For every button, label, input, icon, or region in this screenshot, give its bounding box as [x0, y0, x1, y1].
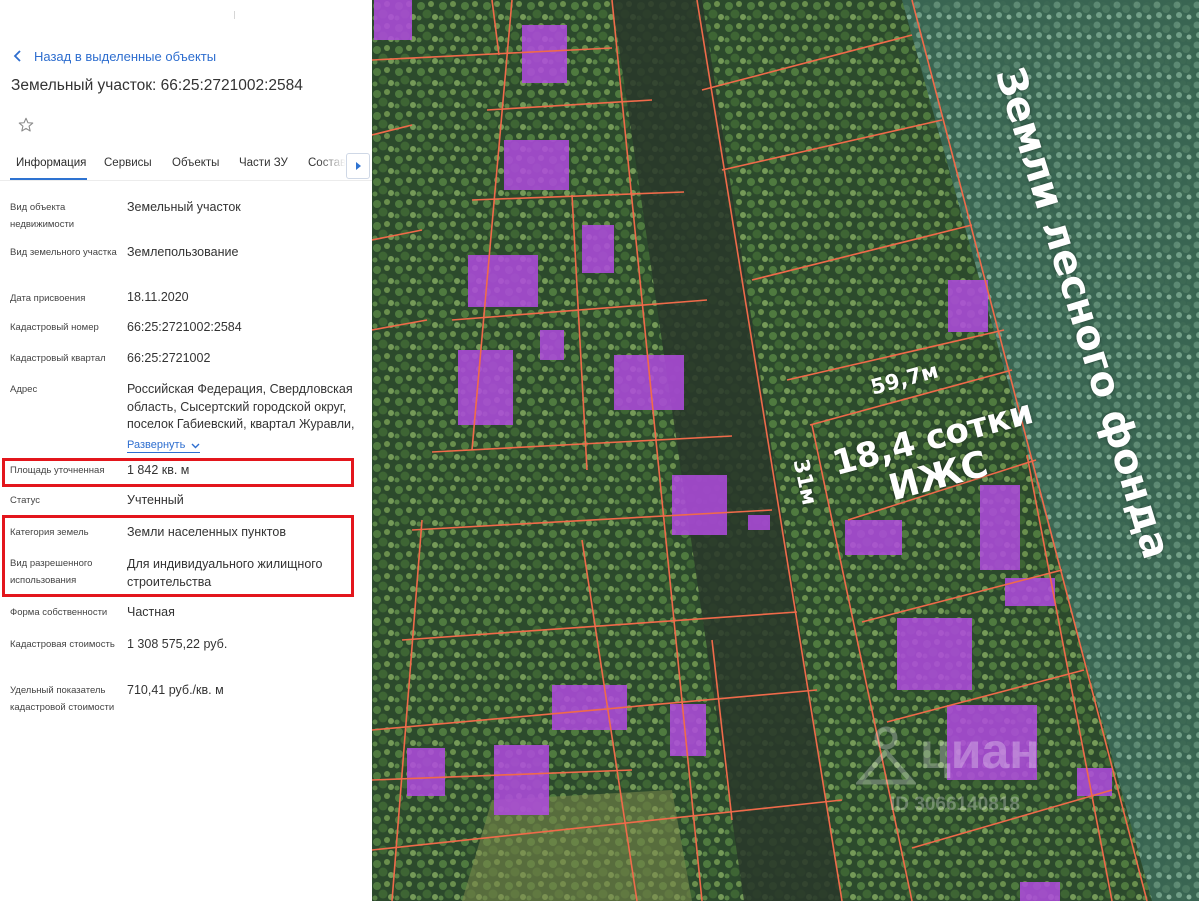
address-value: Российская Федерация, Свердловская облас… — [127, 382, 355, 431]
star-icon — [18, 117, 34, 132]
tab-parts[interactable]: Части ЗУ — [239, 157, 288, 169]
field-value: 18.11.2020 — [127, 290, 189, 304]
info-panel: Назад в выделенные объекты Земельный уча… — [0, 0, 372, 901]
expand-link[interactable]: Развернуть — [127, 439, 201, 453]
field-value: 1 842 кв. м — [127, 463, 190, 477]
field-value: Земли населенных пунктов — [127, 525, 286, 539]
field-label: Кадастровый квартал — [10, 353, 106, 364]
field-label: Дата присвоения — [10, 293, 86, 304]
field-value: Частная — [127, 605, 175, 619]
tab-services[interactable]: Сервисы — [104, 157, 152, 169]
field-label: Кадастровый номер — [10, 322, 99, 333]
watermark: циан ID 3066140818 — [856, 722, 1096, 822]
field-label: Вид разрешенного использования — [10, 558, 93, 586]
field-label: Вид объекта недвижимости — [10, 202, 75, 230]
cian-logo-icon — [856, 726, 916, 785]
expand-link-label[interactable]: Развернуть — [127, 439, 185, 452]
tab-bar: Информация Сервисы Объекты Части ЗУ Сост… — [0, 148, 372, 182]
tab-fade — [318, 150, 346, 178]
satellite-map[interactable]: 59,7м 31м 18,4 сотки ИЖС Земли лесного ф… — [372, 0, 1199, 901]
chevron-down-icon — [191, 443, 200, 448]
field-label: Адрес — [10, 384, 38, 395]
page-title: Земельный участок: 66:25:2721002:2584 — [11, 77, 303, 94]
field-value: 66:25:2721002:2584 — [127, 320, 242, 334]
chevron-left-icon — [13, 50, 21, 62]
field-value: 66:25:2721002 — [127, 351, 211, 365]
field-label: Вид земельного участка — [10, 247, 117, 258]
favorite-button[interactable] — [9, 110, 43, 140]
back-link-label[interactable]: Назад в выделенные объекты — [34, 49, 216, 64]
watermark-id: ID 3066140818 — [890, 794, 1020, 815]
field-label: Кадастровая стоимость — [10, 639, 115, 650]
tab-scroll-right-button[interactable] — [346, 153, 370, 179]
field-label: Площадь уточненная — [10, 465, 105, 476]
watermark-brand: циан — [920, 723, 1040, 779]
field-value: Земельный участок — [127, 200, 241, 214]
tab-information[interactable]: Информация — [16, 157, 86, 169]
caret-right-icon — [356, 162, 361, 170]
divider — [234, 11, 235, 19]
field-label: Форма собственности — [10, 607, 108, 618]
field-value: 710,41 руб./кв. м — [127, 683, 224, 697]
back-link[interactable]: Назад в выделенные объекты — [11, 46, 216, 66]
field-value: Учтенный — [127, 493, 184, 507]
field-value: 1 308 575,22 руб. — [127, 637, 228, 651]
field-label: Удельный показатель кадастровой стоимост… — [10, 685, 115, 713]
field-label: Статус — [10, 495, 41, 506]
tab-objects[interactable]: Объекты — [172, 157, 219, 169]
divider — [0, 180, 372, 181]
field-label: Категория земель — [10, 527, 89, 538]
field-value: Землепользование — [127, 245, 239, 259]
field-value: Для индивидуального жилищного строительс… — [127, 557, 323, 589]
